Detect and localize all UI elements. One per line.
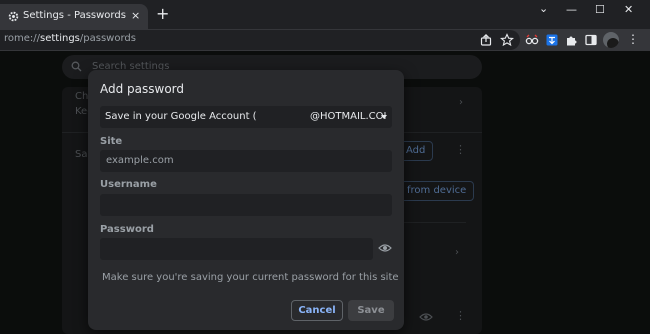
username-label: Username bbox=[100, 179, 157, 190]
share-icon[interactable] bbox=[479, 33, 493, 47]
site-input[interactable]: example.com bbox=[100, 150, 392, 172]
bookmark-star-icon[interactable] bbox=[500, 33, 514, 47]
new-tab-button[interactable]: + bbox=[156, 6, 169, 22]
more-actions-icon[interactable]: ⋮ bbox=[455, 143, 466, 156]
browser-toolbar: rome://settings/passwords ⋮ bbox=[0, 29, 650, 51]
extension-translate-icon[interactable] bbox=[545, 33, 559, 47]
site-label: Site bbox=[100, 136, 123, 147]
tab-settings-passwords[interactable]: Settings - Passwords × bbox=[0, 4, 148, 29]
password-hint: Make sure you're saving your current pas… bbox=[102, 272, 399, 283]
search-icon bbox=[71, 61, 82, 72]
chevron-right-icon[interactable]: › bbox=[455, 247, 459, 258]
menu-dots-icon[interactable]: ⋮ bbox=[627, 32, 639, 46]
account-select[interactable]: Save in your Google Account ( @HOTMAIL.C… bbox=[100, 106, 392, 128]
tab-close-icon[interactable]: × bbox=[131, 9, 140, 22]
username-input[interactable] bbox=[100, 194, 392, 216]
extensions-puzzle-icon[interactable] bbox=[565, 33, 579, 47]
address-bar[interactable]: rome://settings/passwords bbox=[0, 30, 520, 50]
close-window-button[interactable]: ✕ bbox=[624, 3, 633, 16]
chevron-right-icon[interactable]: › bbox=[459, 97, 463, 108]
account-email: @HOTMAIL.COI bbox=[310, 111, 387, 122]
account-select-label: Save in your Google Account ( bbox=[105, 111, 257, 122]
divider bbox=[404, 222, 466, 223]
import-from-device-button[interactable]: from device bbox=[399, 181, 475, 201]
profile-avatar-icon[interactable] bbox=[603, 32, 619, 48]
extension-glasses-icon[interactable] bbox=[525, 33, 539, 47]
settings-gear-icon bbox=[8, 11, 19, 22]
site-placeholder: example.com bbox=[106, 155, 174, 166]
tab-strip: Settings - Passwords × + ⌄ — ☐ ✕ bbox=[0, 0, 650, 29]
url-text: rome://settings/passwords bbox=[4, 33, 136, 44]
eye-icon[interactable] bbox=[419, 312, 433, 322]
dialog-title: Add password bbox=[100, 82, 185, 96]
password-label: Password bbox=[100, 224, 154, 235]
side-panel-icon[interactable] bbox=[584, 33, 598, 47]
tab-title: Settings - Passwords bbox=[23, 10, 126, 21]
dropdown-caret-icon bbox=[381, 115, 387, 119]
minimize-button[interactable]: — bbox=[566, 3, 577, 16]
more-actions-icon[interactable]: ⋮ bbox=[455, 309, 466, 322]
cancel-button[interactable]: Cancel bbox=[291, 300, 343, 321]
tab-search-chevron-icon[interactable]: ⌄ bbox=[539, 2, 548, 15]
browser-window: Settings - Passwords × + ⌄ — ☐ ✕ rome://… bbox=[0, 0, 650, 334]
password-input[interactable] bbox=[100, 238, 373, 260]
maximize-button[interactable]: ☐ bbox=[595, 3, 605, 16]
save-button[interactable]: Save bbox=[348, 300, 394, 321]
show-password-eye-icon[interactable] bbox=[378, 242, 392, 254]
add-password-dialog: Add password Save in your Google Account… bbox=[88, 70, 404, 330]
